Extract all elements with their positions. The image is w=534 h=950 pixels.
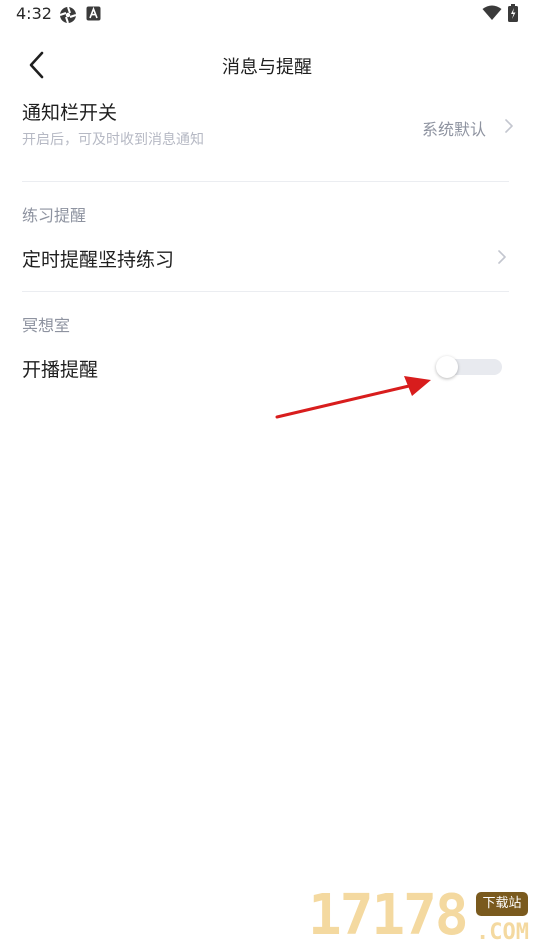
chevron-right-icon (505, 119, 513, 133)
watermark-logo: 17178 下载站 .COM (308, 884, 530, 948)
header: 消息与提醒 (0, 40, 534, 90)
status-time: 4:32 (16, 4, 52, 23)
section-label-meditation: 冥想室 (22, 316, 71, 335)
watermark-badge: 下载站 (476, 892, 528, 916)
practice-reminder-title: 定时提醒坚持练习 (22, 249, 175, 271)
live-reminder-title: 开播提醒 (22, 359, 99, 381)
notification-switch-subtitle: 开启后，可及时收到消息通知 (22, 132, 204, 148)
aperture-icon (59, 6, 77, 28)
watermark-digits: 17178 (308, 883, 469, 948)
live-reminder-toggle[interactable] (436, 356, 502, 378)
notification-switch-title: 通知栏开关 (22, 102, 118, 124)
wifi-icon (482, 5, 502, 25)
status-bar: 4:32 (0, 0, 534, 30)
divider (22, 291, 509, 292)
page-title: 消息与提醒 (222, 57, 312, 78)
chevron-right-icon (498, 250, 506, 264)
a-badge-icon (86, 6, 101, 25)
toggle-knob (436, 356, 458, 378)
notification-switch-value: 系统默认 (421, 120, 486, 139)
battery-charging-icon (508, 4, 518, 26)
divider (22, 181, 509, 182)
section-label-practice: 练习提醒 (22, 206, 87, 225)
watermark-suffix: .COM (476, 920, 529, 945)
